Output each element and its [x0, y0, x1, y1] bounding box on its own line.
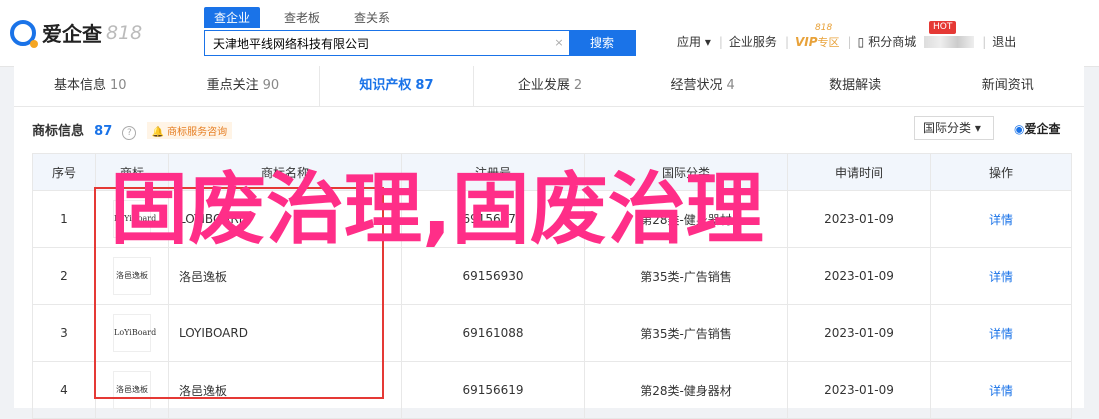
detail-link[interactable]: 详情 — [989, 270, 1013, 284]
cell-action: 详情 — [930, 190, 1072, 248]
detail-link[interactable]: 详情 — [989, 384, 1013, 398]
top-bar: 爱企查 818 查企业 查老板 查关系 × 搜索 818 HOT 应用 ▾ | … — [0, 0, 1099, 67]
tab-count: 2 — [573, 78, 583, 93]
tab-label: 数据解读 — [829, 78, 882, 93]
intl-class-filter[interactable]: 国际分类 ▾ — [914, 116, 994, 140]
tab-count: 90 — [262, 78, 280, 93]
col-index: 序号 — [32, 153, 96, 191]
col-apply-date: 申请时间 — [787, 153, 931, 191]
top-nav: 应用 ▾ | 企业服务 | VIP 专区 | ▯ 积分商城 | 退出 — [677, 33, 1024, 50]
tab-label: 新闻资讯 — [981, 78, 1034, 93]
cell-action: 详情 — [930, 247, 1072, 305]
nav-points-mall[interactable]: 积分商城 — [868, 33, 916, 50]
tab-key-attention[interactable]: 重点关注 90 — [167, 66, 320, 106]
nav-enterprise-service[interactable]: 企业服务 — [729, 33, 777, 50]
tab-intellectual-property[interactable]: 知识产权 87 — [319, 66, 474, 106]
logo-icon: ◉ — [1014, 122, 1025, 136]
tab-enterprise-development[interactable]: 企业发展 2 — [474, 66, 627, 106]
logo-icon — [10, 19, 38, 48]
divider: | — [847, 34, 852, 49]
cell-reg-no: 69156619 — [401, 361, 585, 419]
search-tab-boss[interactable]: 查老板 — [274, 7, 330, 28]
logo-text: 爱企查 — [42, 22, 102, 46]
cell-apply-date: 2023-01-09 — [787, 190, 931, 248]
brand-text: 爱企查 — [1024, 122, 1061, 136]
nav-apps[interactable]: 应用 ▾ — [677, 33, 711, 50]
gift-icon: ▯ — [857, 34, 865, 49]
bell-icon: 🔔 — [151, 127, 164, 138]
cell-reg-no: 69161088 — [401, 304, 585, 362]
divider: | — [784, 34, 789, 49]
cell-apply-date: 2023-01-09 — [787, 247, 931, 305]
tab-count: 4 — [726, 78, 735, 93]
vip-promo-tag: 818 — [815, 23, 833, 33]
brand-watermark: ◉爱企查 — [1014, 120, 1061, 137]
cell-intl-class: 第35类-广告销售 — [584, 304, 788, 362]
tab-label: 经营状况 — [670, 78, 723, 93]
help-icon[interactable]: ? — [122, 126, 137, 140]
cell-index: 1 — [32, 190, 96, 248]
tab-label: 基本信息 — [54, 78, 107, 93]
search-input[interactable] — [205, 31, 549, 55]
tab-label: 重点关注 — [206, 78, 259, 93]
overlay-watermark-text: 固废治理,固废治理 — [110, 165, 764, 255]
search-tab-relation[interactable]: 查关系 — [344, 7, 400, 28]
search-button[interactable]: 搜索 — [569, 31, 635, 55]
cell-index: 2 — [32, 247, 96, 305]
tab-label: 知识产权 — [359, 78, 412, 93]
vip-label[interactable]: VIP — [795, 35, 818, 49]
trademark-consult-button[interactable]: 🔔 商标服务咨询 — [146, 122, 233, 139]
cell-intl-class: 第28类-健身器材 — [584, 361, 788, 419]
clear-icon[interactable]: × — [549, 31, 569, 55]
user-name-blurred[interactable] — [924, 35, 975, 48]
site-logo[interactable]: 爱企查 818 — [10, 18, 143, 48]
search-type-tabs: 查企业 查老板 查关系 — [204, 7, 414, 28]
tab-count: 10 — [110, 78, 127, 93]
detail-link[interactable]: 详情 — [989, 213, 1013, 227]
section-count: 87 — [94, 124, 113, 139]
section-tabs: 基本信息 10 重点关注 90 知识产权 87 企业发展 2 经营状况 4 数据解读 新闻… — [14, 66, 1084, 107]
logo-number: 818 — [106, 21, 143, 44]
cell-action: 详情 — [930, 304, 1072, 362]
search-tab-company[interactable]: 查企业 — [204, 7, 261, 28]
divider: | — [718, 34, 723, 49]
tab-label: 企业发展 — [517, 78, 570, 93]
tab-basic-info[interactable]: 基本信息 10 — [14, 66, 167, 106]
tab-business-status[interactable]: 经营状况 4 — [626, 66, 779, 106]
section-title: 商标信息 — [32, 124, 85, 139]
nav-apps-label: 应用 — [677, 35, 702, 49]
detail-link[interactable]: 详情 — [989, 327, 1013, 341]
tab-count: 87 — [415, 78, 434, 93]
search-box: × 搜索 — [204, 30, 636, 56]
logout-link[interactable]: 退出 — [992, 33, 1016, 50]
cell-index: 4 — [32, 361, 96, 419]
cell-apply-date: 2023-01-09 — [787, 304, 931, 362]
consult-label: 商标服务咨询 — [167, 127, 228, 138]
cell-apply-date: 2023-01-09 — [787, 361, 931, 419]
cell-action: 详情 — [930, 361, 1072, 419]
tab-news[interactable]: 新闻资讯 — [931, 66, 1084, 106]
cell-index: 3 — [32, 304, 96, 362]
col-action: 操作 — [930, 153, 1072, 191]
chevron-down-icon: ▾ — [704, 35, 711, 49]
vip-zone-label[interactable]: 专区 — [818, 34, 840, 50]
tab-data-interpretation[interactable]: 数据解读 — [779, 66, 932, 106]
divider: | — [982, 34, 987, 49]
